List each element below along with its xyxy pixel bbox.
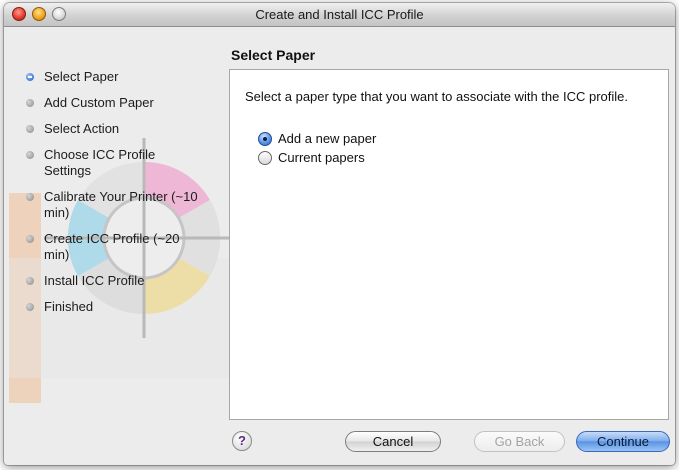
pending-step-icon: [26, 277, 34, 285]
current-step-icon: [26, 73, 34, 81]
step-choose-icc-profile-settings: Choose ICC Profile Settings: [20, 147, 220, 179]
step-select-paper: Select Paper: [20, 69, 220, 85]
option-label[interactable]: Add a new paper: [278, 131, 376, 146]
option-add-new-paper[interactable]: Add a new paper: [258, 131, 376, 146]
step-install-icc-profile: Install ICC Profile: [20, 273, 220, 289]
go-back-button[interactable]: Go Back: [474, 431, 565, 452]
step-label: Finished: [44, 299, 94, 314]
step-label: Select Action: [44, 121, 120, 136]
continue-button[interactable]: Continue: [576, 431, 670, 452]
pending-step-icon: [26, 99, 34, 107]
help-button[interactable]: ?: [232, 431, 252, 451]
steps-sidebar: Select Paper Add Custom Paper Select Act…: [20, 69, 220, 325]
dialog-window: Create and Install ICC Profile Select Pa…: [4, 3, 675, 465]
title-bar[interactable]: Create and Install ICC Profile: [4, 3, 675, 27]
pending-step-icon: [26, 125, 34, 133]
step-create-icc-profile: Create ICC Profile (~20 min): [20, 231, 220, 263]
content-panel: Select a paper type that you want to ass…: [229, 69, 669, 420]
section-title: Select Paper: [231, 47, 316, 63]
radio-selected-icon[interactable]: [258, 131, 272, 146]
step-label: Calibrate Your Printer (~10 min): [44, 189, 198, 220]
pending-step-icon: [26, 303, 34, 311]
step-calibrate-printer: Calibrate Your Printer (~10 min): [20, 189, 220, 221]
step-label: Select Paper: [44, 69, 119, 84]
radio-unselected-icon[interactable]: [258, 150, 272, 165]
pending-step-icon: [26, 235, 34, 243]
cancel-button[interactable]: Cancel: [345, 431, 441, 452]
instruction-text: Select a paper type that you want to ass…: [245, 89, 628, 104]
step-label: Add Custom Paper: [44, 95, 154, 110]
step-finished: Finished: [20, 299, 220, 315]
option-current-papers[interactable]: Current papers: [258, 150, 365, 165]
step-add-custom-paper: Add Custom Paper: [20, 95, 220, 111]
pending-step-icon: [26, 193, 34, 201]
pending-step-icon: [26, 151, 34, 159]
option-label[interactable]: Current papers: [278, 150, 365, 165]
window-title: Create and Install ICC Profile: [255, 7, 424, 22]
step-label: Create ICC Profile (~20 min): [44, 231, 180, 262]
step-label: Install ICC Profile: [44, 273, 145, 288]
step-label: Choose ICC Profile Settings: [44, 147, 156, 178]
step-select-action: Select Action: [20, 121, 220, 137]
